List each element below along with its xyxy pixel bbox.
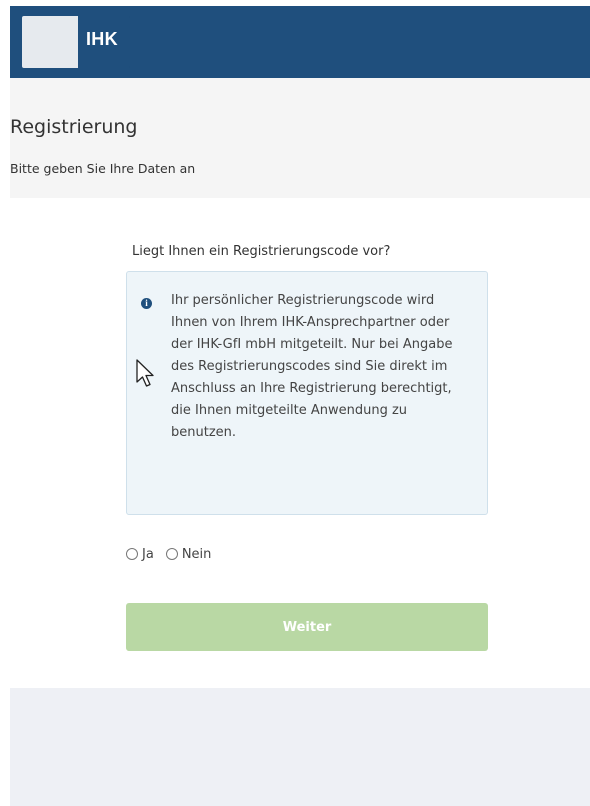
radio-label-ja: Ja xyxy=(142,546,154,562)
radio-option-ja[interactable]: Ja xyxy=(126,547,154,562)
footer-band xyxy=(10,688,590,806)
info-circle-icon: i xyxy=(141,298,152,309)
radio-option-nein[interactable]: Nein xyxy=(165,546,212,562)
page-title: Registrierung xyxy=(10,116,138,138)
form-content: Liegt Ihnen ein Registrierungscode vor? … xyxy=(10,198,590,688)
registration-code-question: Liegt Ihnen ein Registrierungscode vor? xyxy=(132,244,391,259)
ihk-logo[interactable]: IHK xyxy=(22,16,130,68)
weiter-button[interactable]: Weiter xyxy=(126,603,488,651)
logo-mark xyxy=(22,16,78,68)
page-frame: IHK Registrierung Bitte geben Sie Ihre D… xyxy=(10,6,590,806)
code-radio-group: Ja Nein xyxy=(126,544,223,564)
title-band: Registrierung Bitte geben Sie Ihre Daten… xyxy=(10,78,590,198)
info-box: i Ihr persönlicher Registrierungscode wi… xyxy=(126,271,488,515)
info-text: Ihr persönlicher Registrierungscode wird… xyxy=(171,293,453,440)
radio-button-ja[interactable] xyxy=(126,548,138,560)
mouse-pointer-icon xyxy=(136,359,154,387)
radio-label-nein: Nein xyxy=(181,546,212,562)
logo-text: IHK xyxy=(86,29,118,49)
page-subtitle: Bitte geben Sie Ihre Daten an xyxy=(10,161,196,176)
top-header: IHK xyxy=(10,6,590,78)
radio-button-nein[interactable] xyxy=(165,548,178,560)
